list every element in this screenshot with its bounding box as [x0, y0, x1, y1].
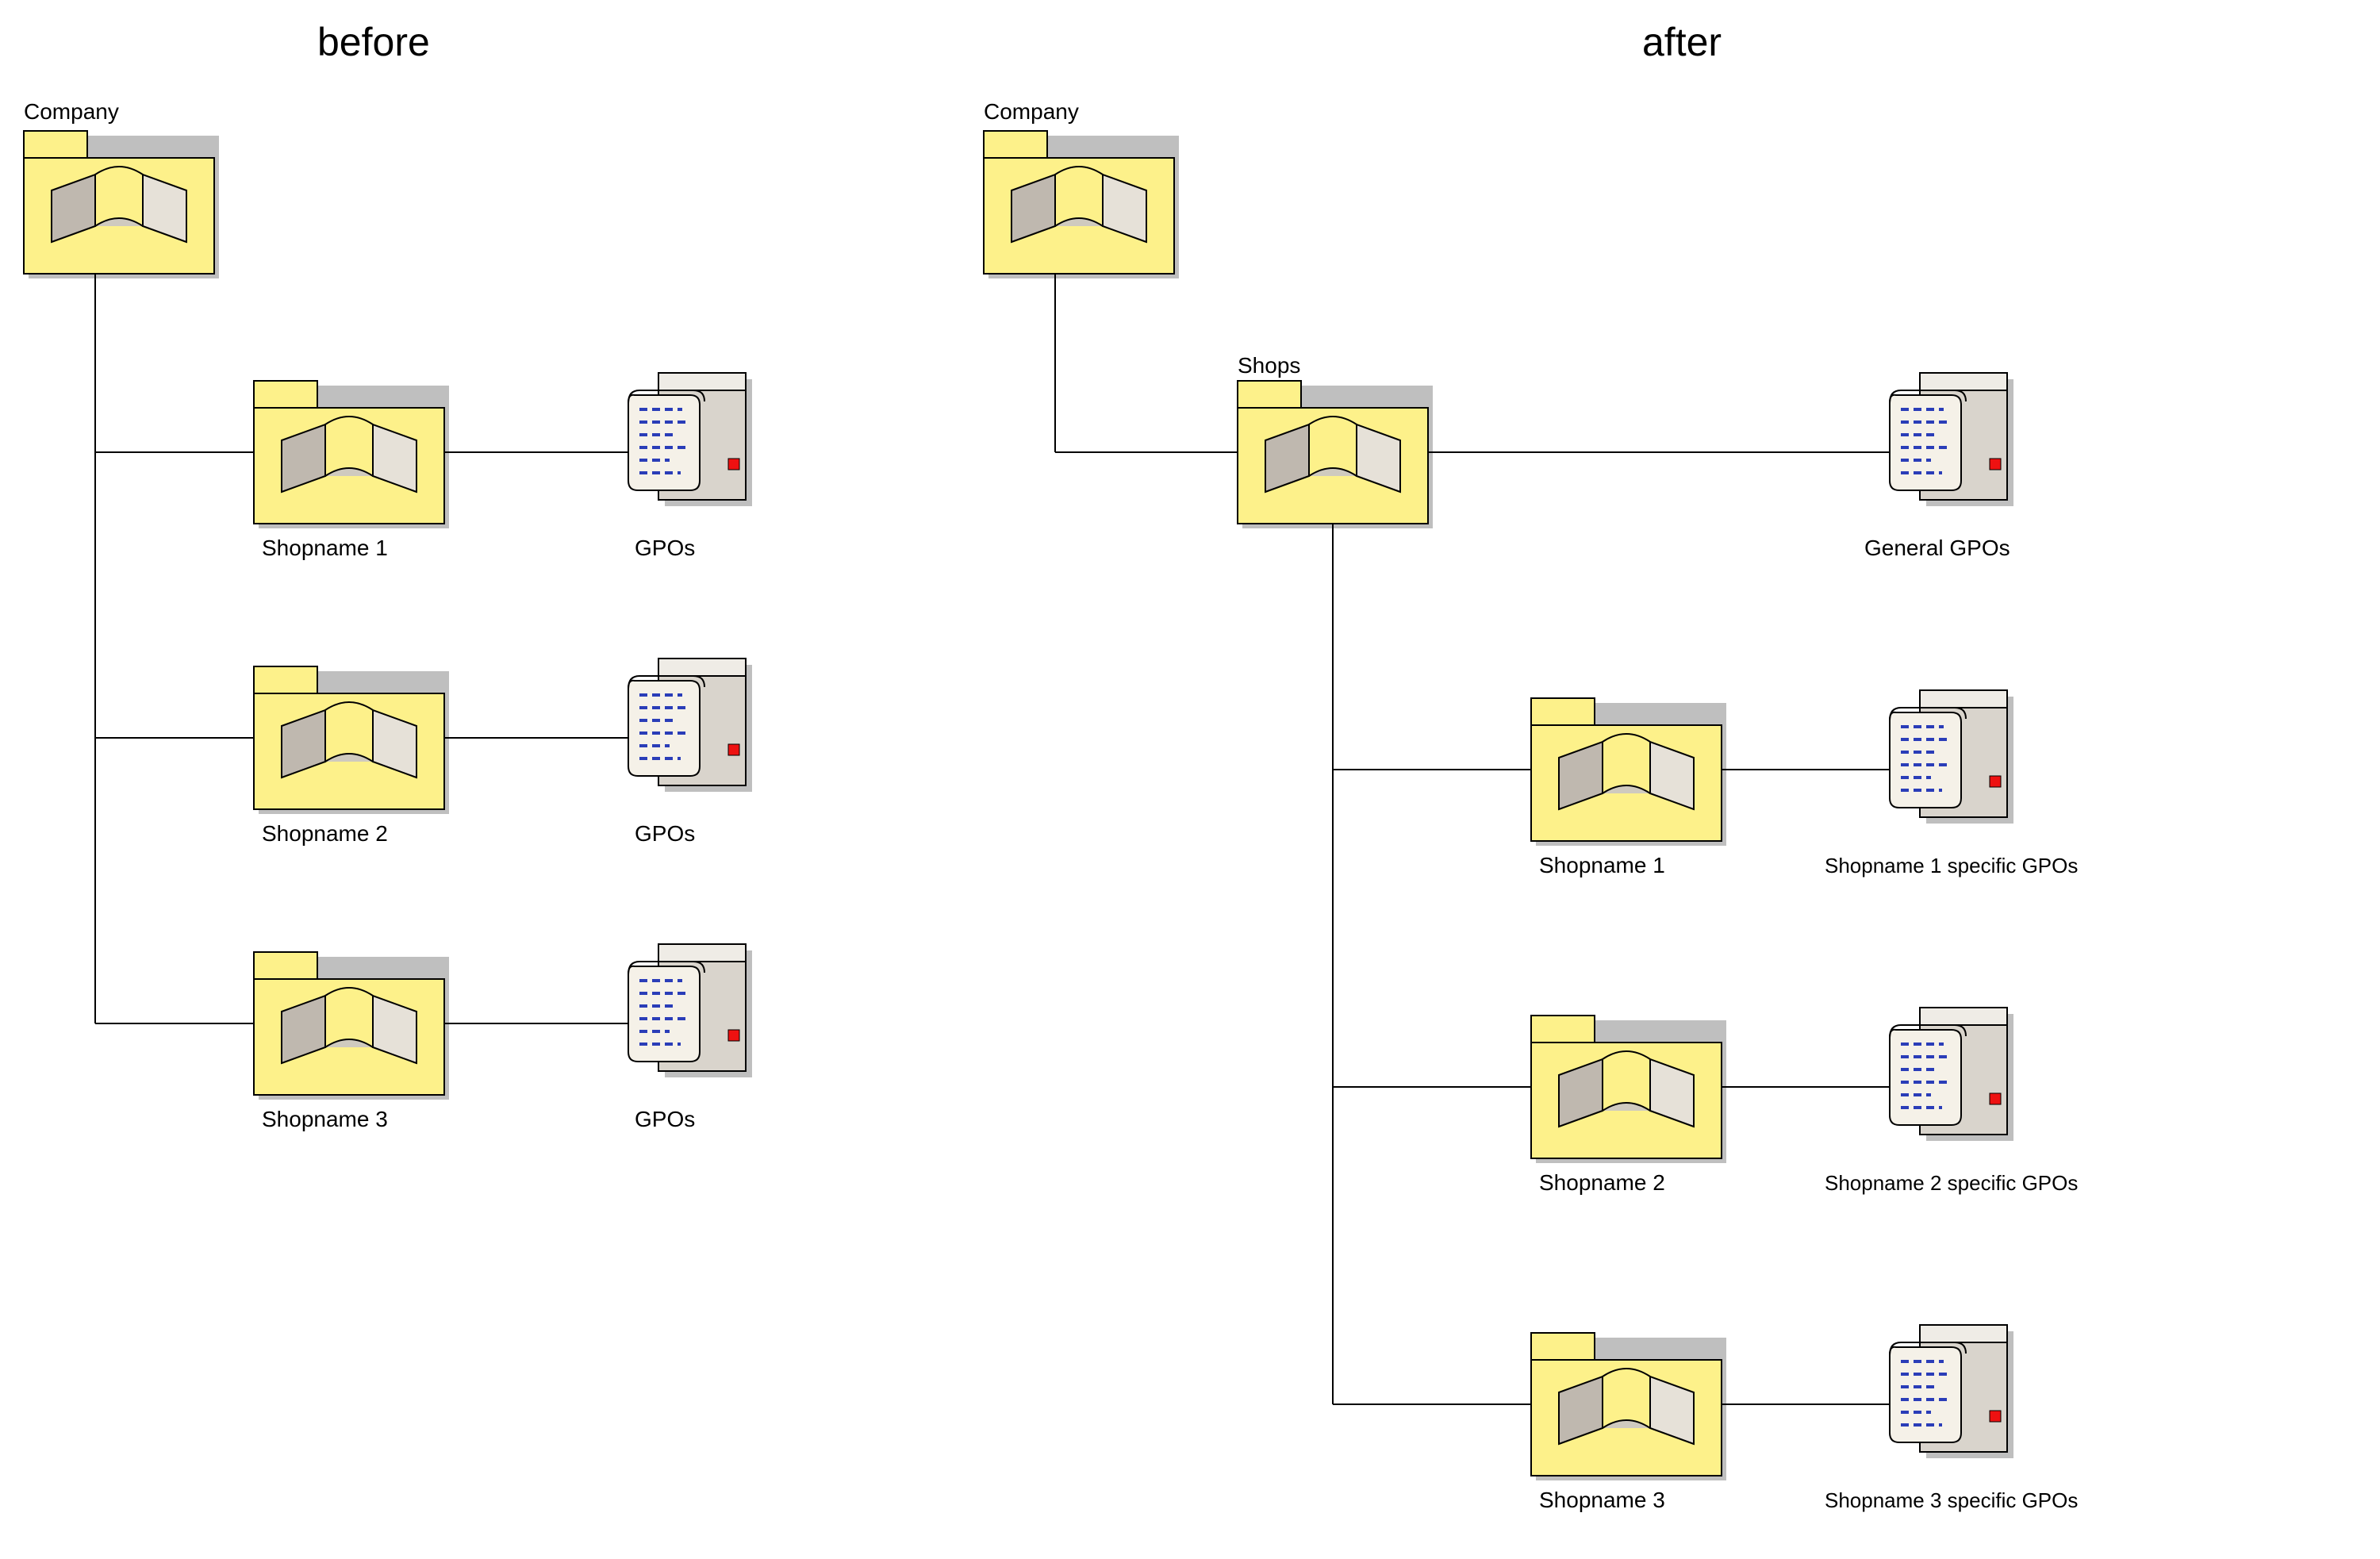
- shopname-label: Shopname 1: [262, 536, 388, 560]
- before-title: before: [317, 20, 430, 64]
- gpo-label: GPOs: [635, 821, 695, 846]
- shopname-label: Shopname 3: [1539, 1488, 1665, 1512]
- after-root-label: Company: [984, 99, 1079, 124]
- gpo-icon: [1890, 373, 2013, 506]
- gpo-label: Shopname 2 specific GPOs: [1825, 1171, 2078, 1195]
- gpo-icon: [628, 944, 752, 1077]
- folder-icon: [1531, 698, 1726, 846]
- gpo-label: Shopname 3 specific GPOs: [1825, 1488, 2078, 1512]
- folder-icon: [1531, 1333, 1726, 1480]
- after-panel: after Company Shops General GPOs Shopnam…: [984, 20, 2078, 1512]
- gpo-icon: [1890, 1008, 2013, 1141]
- before-root-label: Company: [24, 99, 119, 124]
- folder-icon: [254, 666, 449, 814]
- gpo-label: Shopname 1 specific GPOs: [1825, 854, 2078, 877]
- shopname-label: Shopname 2: [1539, 1170, 1665, 1195]
- before-panel: before Company Shopname 1 GPOs Shopname …: [24, 20, 752, 1131]
- folder-icon: [254, 381, 449, 528]
- folder-icon: [254, 952, 449, 1100]
- after-row-2: Shopname 2 Shopname 2 specific GPOs: [1333, 1008, 2078, 1195]
- gpo-label: GPOs: [635, 1107, 695, 1131]
- shopname-label: Shopname 3: [262, 1107, 388, 1131]
- gpo-icon: [628, 659, 752, 792]
- folder-icon: [1238, 381, 1433, 528]
- gpo-label: GPOs: [635, 536, 695, 560]
- shopname-label: Shopname 1: [1539, 853, 1665, 877]
- gpo-icon: [628, 373, 752, 506]
- folder-icon: [24, 131, 219, 278]
- before-row-2: Shopname 2 GPOs: [95, 659, 752, 846]
- folder-icon: [1531, 1016, 1726, 1163]
- before-row-3: Shopname 3 GPOs: [95, 944, 752, 1131]
- after-shops-label: Shops: [1238, 353, 1300, 378]
- after-title: after: [1642, 20, 1722, 64]
- gpo-icon: [1890, 1325, 2013, 1458]
- after-row-1: Shopname 1 Shopname 1 specific GPOs: [1333, 690, 2078, 877]
- after-row-3: Shopname 3 Shopname 3 specific GPOs: [1333, 1325, 2078, 1512]
- gpo-label: General GPOs: [1864, 536, 2010, 560]
- gpo-icon: [1890, 690, 2013, 824]
- before-row-1: Shopname 1 GPOs: [95, 373, 752, 560]
- shopname-label: Shopname 2: [262, 821, 388, 846]
- folder-icon: [984, 131, 1179, 278]
